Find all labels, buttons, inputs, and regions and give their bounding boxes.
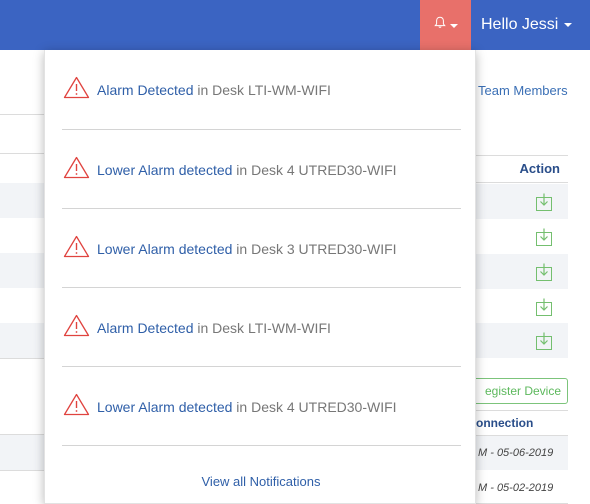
notification-item[interactable]: Alarm Detected in Desk LTI-WM-WIFI: [45, 288, 477, 367]
notification-detail: in Desk 3 UTRED30-WIFI: [232, 240, 397, 257]
notification-text: Alarm Detected in Desk LTI-WM-WIFI: [97, 320, 331, 336]
notification-text: Lower Alarm detected in Desk 4 UTRED30-W…: [97, 162, 397, 178]
download-icon[interactable]: [536, 193, 552, 211]
warning-icon: [63, 76, 90, 104]
notification-item[interactable]: Alarm Detected in Desk LTI-WM-WIFI: [45, 50, 477, 129]
table-row: [0, 435, 44, 470]
connection-cell: M - 05-06-2019: [470, 436, 568, 470]
download-icon[interactable]: [536, 298, 552, 316]
register-device-button[interactable]: egister Device: [466, 378, 568, 404]
table-row: [470, 184, 568, 219]
table-row: [470, 254, 568, 289]
table-row: [0, 253, 44, 288]
warning-icon: [63, 156, 90, 184]
divider: [0, 114, 44, 115]
notification-title: Lower Alarm detected: [97, 398, 233, 415]
table-row: [0, 183, 44, 218]
notification-title: Lower Alarm detected: [97, 240, 233, 257]
notification-item[interactable]: Lower Alarm detected in Desk 4 UTRED30-W…: [45, 367, 477, 446]
notification-text: Alarm Detected in Desk LTI-WM-WIFI: [97, 82, 331, 98]
notification-title: Lower Alarm detected: [97, 161, 233, 178]
notification-item[interactable]: Lower Alarm detected in Desk 4 UTRED30-W…: [45, 130, 477, 209]
view-all-notifications-link[interactable]: View all Notifications: [45, 474, 477, 489]
notification-item[interactable]: Lower Alarm detected in Desk 3 UTRED30-W…: [45, 209, 477, 288]
notification-detail: in Desk 4 UTRED30-WIFI: [232, 161, 397, 178]
user-greeting: Hello Jessi: [481, 16, 559, 33]
table-row: [470, 219, 568, 254]
action-column-header: Action: [470, 155, 568, 183]
warning-icon: [63, 314, 90, 342]
notification-title: Alarm Detected: [97, 81, 194, 98]
divider: [0, 470, 44, 471]
table-row: [470, 323, 568, 358]
divider: [0, 358, 44, 359]
table-row: [470, 289, 568, 324]
download-icon[interactable]: [536, 332, 552, 350]
notification-detail: in Desk 4 UTRED30-WIFI: [232, 398, 397, 415]
user-menu[interactable]: Hello Jessi: [481, 0, 573, 50]
table-row: [0, 288, 44, 323]
team-members-link[interactable]: Team Members: [478, 83, 568, 98]
notification-title: Alarm Detected: [97, 319, 194, 336]
notifications-toggle-button[interactable]: [420, 0, 471, 50]
chevron-down-icon: [449, 24, 458, 28]
chevron-down-icon: [564, 23, 573, 27]
download-icon[interactable]: [536, 263, 552, 281]
table-row: [0, 218, 44, 253]
notification-text: Lower Alarm detected in Desk 4 UTRED30-W…: [97, 399, 397, 415]
warning-icon: [63, 393, 90, 421]
notification-text: Lower Alarm detected in Desk 3 UTRED30-W…: [97, 241, 397, 257]
notification-detail: in Desk LTI-WM-WIFI: [193, 81, 331, 98]
connection-cell: M - 05-02-2019: [478, 482, 554, 494]
divider: [62, 445, 461, 446]
bell-icon: [433, 16, 446, 34]
table-row: [0, 323, 44, 358]
download-icon[interactable]: [536, 228, 552, 246]
divider: [0, 153, 44, 154]
notifications-dropdown: Alarm Detected in Desk LTI-WM-WIFI Lower…: [44, 50, 476, 504]
warning-icon: [63, 235, 90, 263]
notification-detail: in Desk LTI-WM-WIFI: [193, 319, 331, 336]
connection-column-header: onnection: [470, 410, 568, 436]
top-navbar: Hello Jessi: [0, 0, 590, 50]
